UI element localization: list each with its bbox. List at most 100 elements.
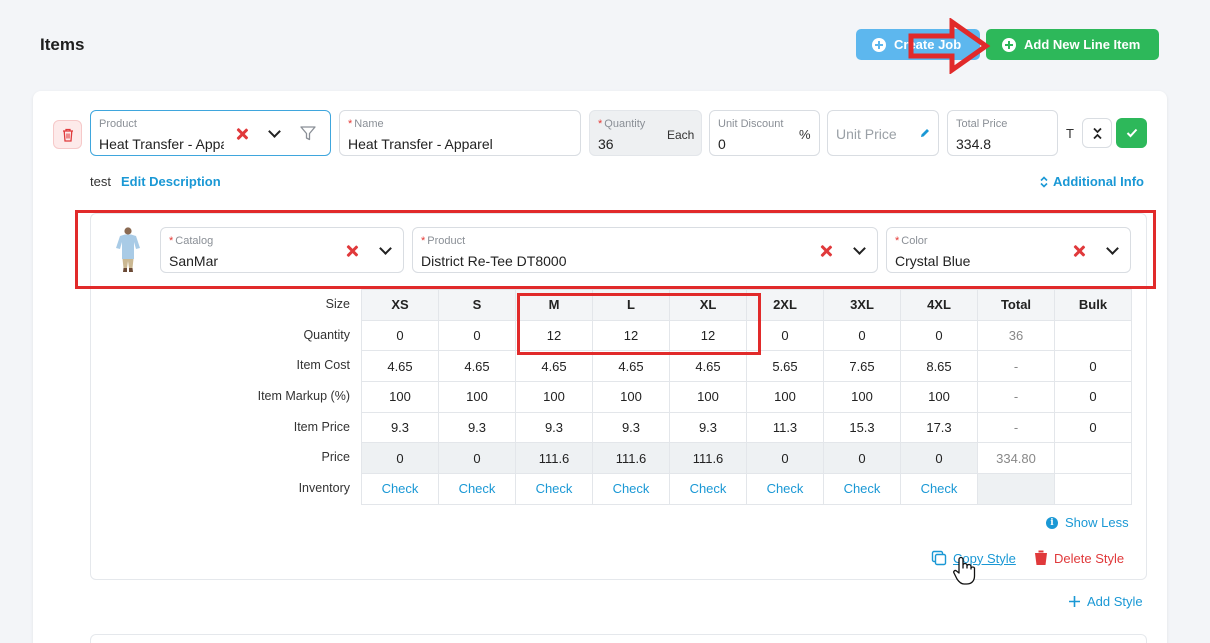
add-new-line-item-button[interactable]: Add New Line Item [986, 29, 1159, 60]
add-new-line-item-label: Add New Line Item [1024, 37, 1141, 52]
item-price-cell[interactable]: 9.3 [592, 411, 670, 444]
additional-info-label: Additional Info [1053, 174, 1144, 189]
row-label: Item Markup (%) [257, 389, 350, 404]
item-price-cell[interactable]: 9.3 [438, 411, 516, 444]
item-cost-cell[interactable]: 4.65 [361, 350, 439, 383]
plus-circle-icon [1002, 37, 1016, 52]
inventory-total [977, 473, 1055, 505]
check-inventory-link[interactable]: Check [900, 473, 978, 505]
total-price-value: 334.8 [956, 136, 992, 152]
item-price-row: 9.3 9.3 9.3 9.3 9.3 11.3 15.3 17.3 - 0 [361, 411, 1132, 444]
total-price-field[interactable]: Total Price 334.8 [947, 110, 1058, 156]
name-value: Heat Transfer - Apparel [348, 136, 493, 152]
item-price-cell[interactable]: 9.3 [515, 411, 593, 444]
collapse-arrows-icon [1093, 127, 1102, 140]
item-price-cell[interactable]: 9.3 [361, 411, 439, 444]
row-label: Price [321, 450, 350, 465]
additional-info-link[interactable]: Additional Info [1040, 174, 1144, 189]
item-cost-bulk[interactable]: 0 [1054, 350, 1132, 383]
item-price-bulk[interactable]: 0 [1054, 411, 1132, 444]
annotation-box-quantities [517, 293, 761, 355]
check-inventory-link[interactable]: Check [592, 473, 670, 505]
row-label: Item Cost [296, 358, 351, 373]
delete-style-link[interactable]: Delete Style [1034, 550, 1124, 566]
price-total: 334.80 [977, 442, 1055, 475]
name-label: Name [354, 118, 384, 130]
price-cell: 111.6 [592, 442, 670, 475]
check-inventory-link[interactable]: Check [515, 473, 593, 505]
row-label: Size [325, 297, 350, 311]
markup-cell[interactable]: 100 [746, 381, 824, 413]
item-cost-cell[interactable]: 4.65 [592, 350, 670, 383]
hand-cursor-icon [953, 556, 976, 585]
price-bulk [1054, 442, 1132, 475]
item-cost-cell[interactable]: 8.65 [900, 350, 978, 383]
expand-collapse-button[interactable] [1082, 118, 1112, 148]
item-cost-total: - [977, 350, 1055, 383]
pencil-icon[interactable] [919, 127, 931, 139]
trash-icon [1035, 550, 1047, 565]
item-price-cell[interactable]: 15.3 [823, 411, 901, 444]
check-inventory-link[interactable]: Check [438, 473, 516, 505]
size-header: 3XL [823, 289, 901, 321]
markup-total: - [977, 381, 1055, 413]
add-style-label: Add Style [1087, 594, 1143, 609]
markup-bulk[interactable]: 0 [1054, 381, 1132, 413]
quantity-total: 36 [977, 319, 1055, 352]
item-cost-cell[interactable]: 4.65 [515, 350, 593, 383]
markup-cell[interactable]: 100 [361, 381, 439, 413]
quantity-unit: Each [667, 128, 695, 142]
item-price-cell[interactable]: 11.3 [746, 411, 824, 444]
item-cost-cell[interactable]: 5.65 [746, 350, 824, 383]
price-cell: 0 [900, 442, 978, 475]
show-less-link[interactable]: i Show Less [1046, 515, 1129, 530]
item-price-cell[interactable]: 9.3 [669, 411, 747, 444]
annotation-arrow [908, 18, 991, 74]
check-inventory-link[interactable]: Check [361, 473, 439, 505]
check-inventory-link[interactable]: Check [746, 473, 824, 505]
unit-discount-field[interactable]: Unit Discount 0 % [709, 110, 820, 156]
quantity-cell[interactable]: 0 [361, 319, 439, 352]
description-text: test [90, 174, 111, 189]
item-price-cell[interactable]: 17.3 [900, 411, 978, 444]
unit-price-field[interactable]: Unit Price [827, 110, 939, 156]
percent-unit: % [799, 127, 811, 142]
total-header: Total [977, 289, 1055, 321]
clear-icon[interactable] [236, 128, 248, 140]
row-label: Item Price [293, 419, 350, 434]
filter-icon[interactable] [300, 126, 316, 141]
quantity-field[interactable]: * Quantity 36 Each [589, 110, 702, 156]
quantity-cell[interactable]: 0 [823, 319, 901, 352]
confirm-button[interactable] [1116, 118, 1147, 148]
size-header: XS [361, 289, 439, 321]
quantity-cell[interactable]: 0 [438, 319, 516, 352]
next-line-item [90, 634, 1147, 643]
delete-line-item-button[interactable] [53, 120, 82, 149]
delete-style-label: Delete Style [1054, 550, 1125, 566]
markup-cell[interactable]: 100 [669, 381, 747, 413]
add-style-link[interactable]: Add Style [1068, 594, 1143, 609]
markup-cell[interactable]: 100 [592, 381, 670, 413]
item-cost-row: 4.65 4.65 4.65 4.65 4.65 5.65 7.65 8.65 … [361, 350, 1132, 383]
markup-cell[interactable]: 100 [438, 381, 516, 413]
trash-icon [62, 128, 73, 142]
item-cost-cell[interactable]: 4.65 [669, 350, 747, 383]
row-label: Inventory [298, 481, 350, 496]
markup-cell[interactable]: 100 [823, 381, 901, 413]
edit-description-link[interactable]: Edit Description [121, 174, 221, 189]
check-inventory-link[interactable]: Check [823, 473, 901, 505]
quantity-value: 36 [598, 136, 614, 152]
markup-cell[interactable]: 100 [515, 381, 593, 413]
row-label: Quantity [303, 327, 350, 342]
item-cost-cell[interactable]: 4.65 [438, 350, 516, 383]
item-cost-cell[interactable]: 7.65 [823, 350, 901, 383]
name-field[interactable]: * Name Heat Transfer - Apparel [339, 110, 581, 156]
show-less-label: Show Less [1065, 515, 1129, 530]
sort-arrows-icon [1040, 175, 1048, 188]
quantity-cell[interactable]: 0 [900, 319, 978, 352]
page-title: Items [40, 35, 85, 54]
product-select[interactable]: Product Heat Transfer - Appa [90, 110, 331, 156]
markup-cell[interactable]: 100 [900, 381, 978, 413]
check-inventory-link[interactable]: Check [669, 473, 747, 505]
chevron-down-icon[interactable] [268, 125, 281, 138]
